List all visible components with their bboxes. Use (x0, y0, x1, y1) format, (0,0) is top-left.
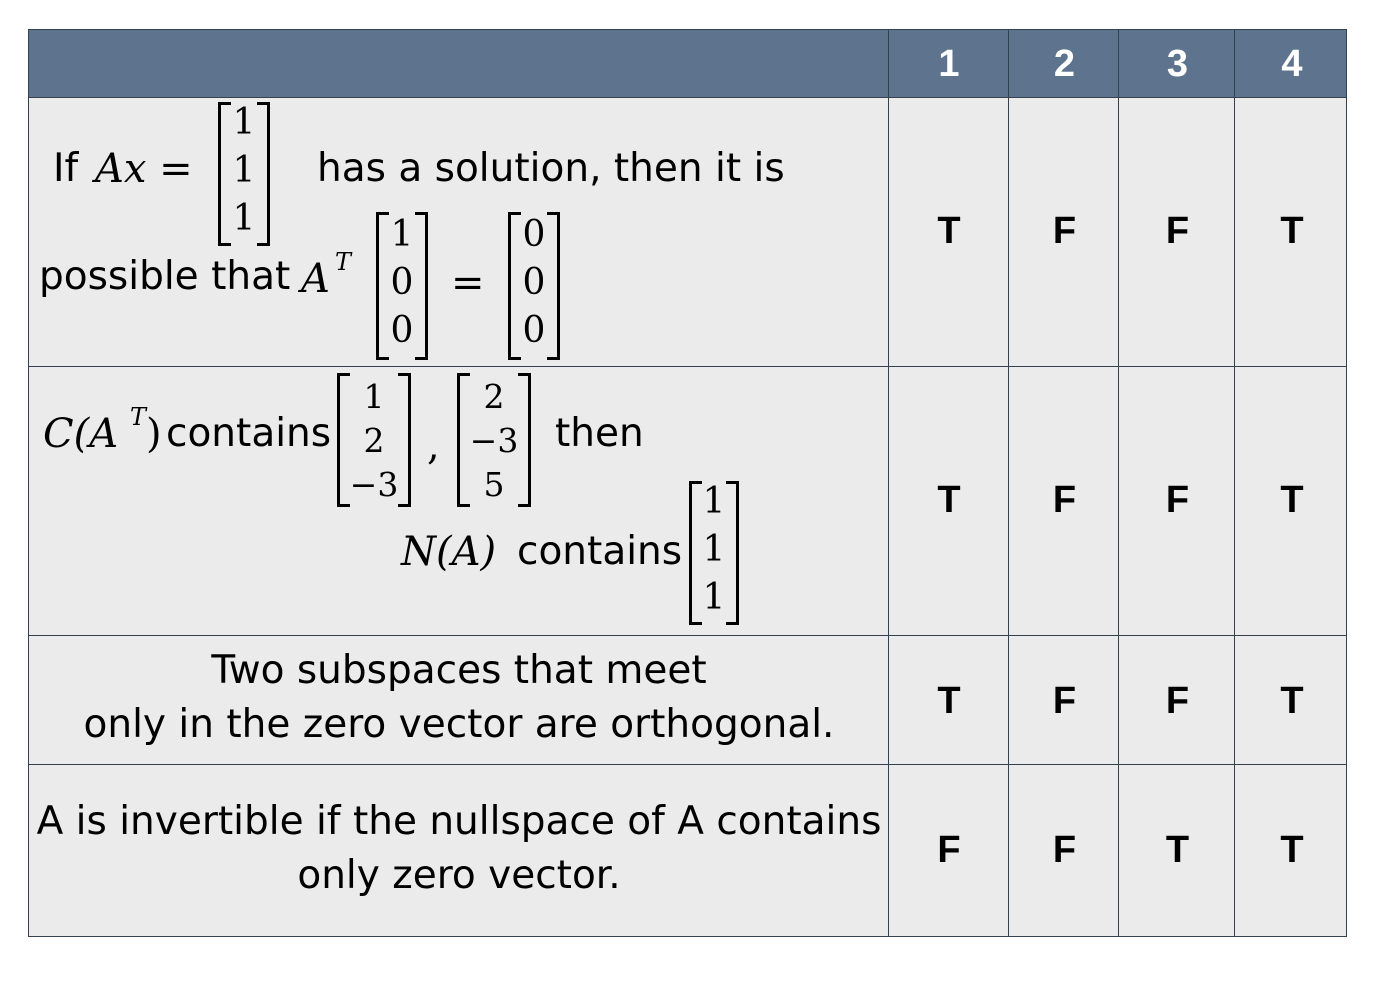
answer-cell: T (937, 479, 961, 521)
statement-text: possible that (39, 254, 291, 299)
equals-sign: = (451, 260, 485, 306)
column-divider (1118, 29, 1119, 937)
column-header-2: 2 (1053, 43, 1076, 85)
quiz-table: 1 2 3 4 If Ax = 1 1 1 has a solution, th… (28, 29, 1347, 937)
answer-cell: F (1165, 680, 1190, 722)
column-header-4: 4 (1281, 43, 1303, 85)
math-expression: ) (146, 411, 162, 457)
answer-cell: F (937, 829, 961, 871)
answer-cell: F (1165, 479, 1190, 521)
table-row: Two subspaces that meet only in the zero… (28, 636, 1347, 765)
math-expression: C(A (43, 411, 119, 457)
table-row: A is invertible if the nullspace of A co… (28, 765, 1347, 937)
column-divider (1008, 29, 1009, 937)
answer-cell: T (1280, 479, 1304, 521)
answer-cell: F (1052, 829, 1077, 871)
answer-cell: T (937, 680, 961, 722)
math-expression: Ax = (95, 146, 193, 192)
vector-c: 1 1 1 (689, 481, 739, 625)
vector-x: 1 0 0 (376, 212, 428, 360)
answer-cell: T (1280, 680, 1304, 722)
column-header-1: 1 (938, 43, 960, 85)
answer-cell: F (1052, 479, 1077, 521)
transpose-superscript: T (130, 403, 147, 431)
table-header: 1 2 3 4 (28, 29, 1347, 98)
vector-a: 1 2 −3 (337, 373, 411, 507)
table-row: C(A T ) contains 1 2 −3 , 2 −3 5 then N(… (28, 367, 1347, 636)
comma: , (427, 423, 440, 469)
answer-cell: T (937, 210, 961, 252)
column-header-3: 3 (1166, 43, 1189, 85)
answer-cell: F (1052, 680, 1077, 722)
vector-zero: 0 0 0 (508, 212, 560, 360)
statement-text: contains (166, 411, 332, 456)
statement-line: only zero vector. (297, 853, 621, 898)
table-row: If Ax = 1 1 1 has a solution, then it is… (28, 98, 1347, 367)
answer-cell: T (1280, 210, 1304, 252)
column-divider (1234, 29, 1235, 937)
vector-b: 2 −3 5 (457, 373, 531, 507)
answer-cell: F (1052, 210, 1077, 252)
statement-text: has a solution, then it is (317, 146, 785, 191)
math-expression: A (301, 256, 330, 302)
statement-text: If (53, 146, 79, 191)
column-divider (888, 29, 889, 937)
transpose-superscript: T (335, 248, 352, 276)
statement-text: contains (517, 529, 683, 574)
statement-line: only in the zero vector are orthogonal. (83, 702, 835, 747)
answer-cell: T (1280, 829, 1304, 871)
answer-cell: F (1165, 210, 1190, 252)
vector-b: 1 1 1 (218, 102, 270, 246)
answer-cell: T (1165, 829, 1190, 871)
statement-line: A is invertible if the nullspace of A co… (36, 799, 882, 844)
statement-text: then (555, 411, 644, 456)
math-expression: N(A) (401, 529, 497, 575)
statement-line: Two subspaces that meet (211, 648, 707, 693)
